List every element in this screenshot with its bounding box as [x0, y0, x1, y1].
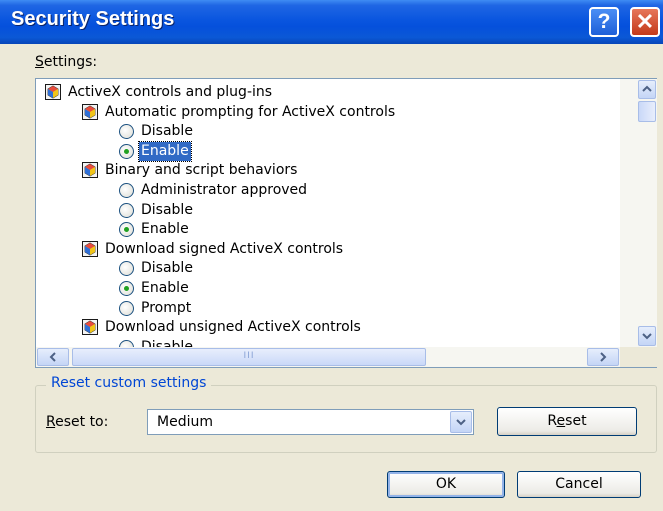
radio-unchecked[interactable] [119, 183, 134, 198]
tree-item-label: Prompt [141, 299, 192, 316]
window-title: Security Settings [11, 8, 175, 30]
tree-item-label: Enable [138, 140, 192, 162]
tree-item-label: Administrator approved [141, 182, 308, 198]
reset-to-label-rest: eset to: [55, 414, 109, 430]
scroll-down-button[interactable] [638, 326, 656, 346]
chevron-up-icon [642, 85, 652, 92]
reset-to-value: Medium [157, 414, 213, 430]
tree-item-label: Binary and script behaviors [105, 162, 298, 179]
tree-item-label: Download signed ActiveX controls [105, 240, 344, 257]
reset-to-mnemonic: R [46, 414, 56, 430]
radio-unchecked[interactable] [119, 124, 134, 140]
security-settings-dialog: Security Settings ? ✕ Settings: ActiveX … [0, 0, 663, 511]
tree-item-label: Enable [141, 221, 189, 238]
ok-button[interactable]: OK [387, 471, 505, 498]
settings-label-rest: ettings: [43, 54, 98, 70]
settings-label: Settings: [35, 54, 97, 70]
scroll-left-button[interactable] [37, 348, 69, 366]
chevron-down-icon [642, 333, 652, 340]
tree-item-label: ActiveX controls and plug-ins [68, 84, 273, 100]
tree-item-label: Disable [141, 201, 193, 218]
reset-button[interactable]: Reset [497, 407, 637, 436]
cancel-button[interactable]: Cancel [517, 471, 641, 498]
tree-item-label: Enable [141, 280, 189, 296]
tree-item-label: Disable [141, 123, 193, 140]
reset-to-label: Reset to: [46, 414, 108, 430]
help-button[interactable]: ? [589, 7, 619, 37]
scroll-right-button[interactable] [587, 348, 619, 366]
settings-label-mnemonic: S [35, 54, 44, 70]
settings-category-icon [82, 103, 98, 120]
tree-item-label: Disable [141, 260, 193, 277]
reset-to-dropdown[interactable]: Medium [147, 409, 474, 435]
chevron-right-icon [600, 352, 607, 362]
radio-checked[interactable] [119, 281, 134, 296]
vertical-scrollbar[interactable] [620, 79, 657, 347]
reset-group-legend: Reset custom settings [46, 375, 212, 391]
scroll-up-button[interactable] [638, 80, 656, 99]
horizontal-scrollbar[interactable]: III [36, 347, 620, 367]
settings-category-icon [82, 319, 98, 336]
close-button[interactable]: ✕ [630, 7, 660, 37]
radio-unchecked[interactable] [119, 339, 134, 347]
chevron-down-icon [456, 419, 466, 426]
radio-unchecked[interactable] [119, 261, 134, 277]
reset-button-label: Reset [547, 413, 587, 429]
tree-item-label: Disable [141, 338, 193, 347]
settings-category-icon [82, 162, 98, 179]
tree-item-label: Automatic prompting for ActiveX controls [105, 103, 396, 120]
radio-checked[interactable] [119, 143, 134, 159]
scrollbar-corner [620, 347, 657, 367]
settings-tree: ActiveX controls and plug-ins Automatic p… [36, 79, 620, 347]
radio-unchecked[interactable] [119, 300, 134, 316]
chevron-left-icon [49, 352, 56, 362]
radio-unchecked[interactable] [119, 202, 134, 218]
tree-item-label: Download unsigned ActiveX controls [105, 319, 361, 336]
settings-listbox[interactable]: ActiveX controls and plug-ins Automatic p… [35, 78, 657, 368]
scroll-thumb-grip: III [243, 351, 255, 361]
vertical-scroll-thumb[interactable] [638, 101, 656, 122]
radio-checked[interactable] [119, 222, 134, 238]
horizontal-scroll-thumb[interactable]: III [72, 348, 426, 366]
settings-category-icon [45, 84, 61, 100]
title-bar[interactable]: Security Settings ? ✕ [0, 0, 663, 44]
dropdown-button[interactable] [450, 411, 472, 433]
settings-category-icon [82, 240, 98, 257]
